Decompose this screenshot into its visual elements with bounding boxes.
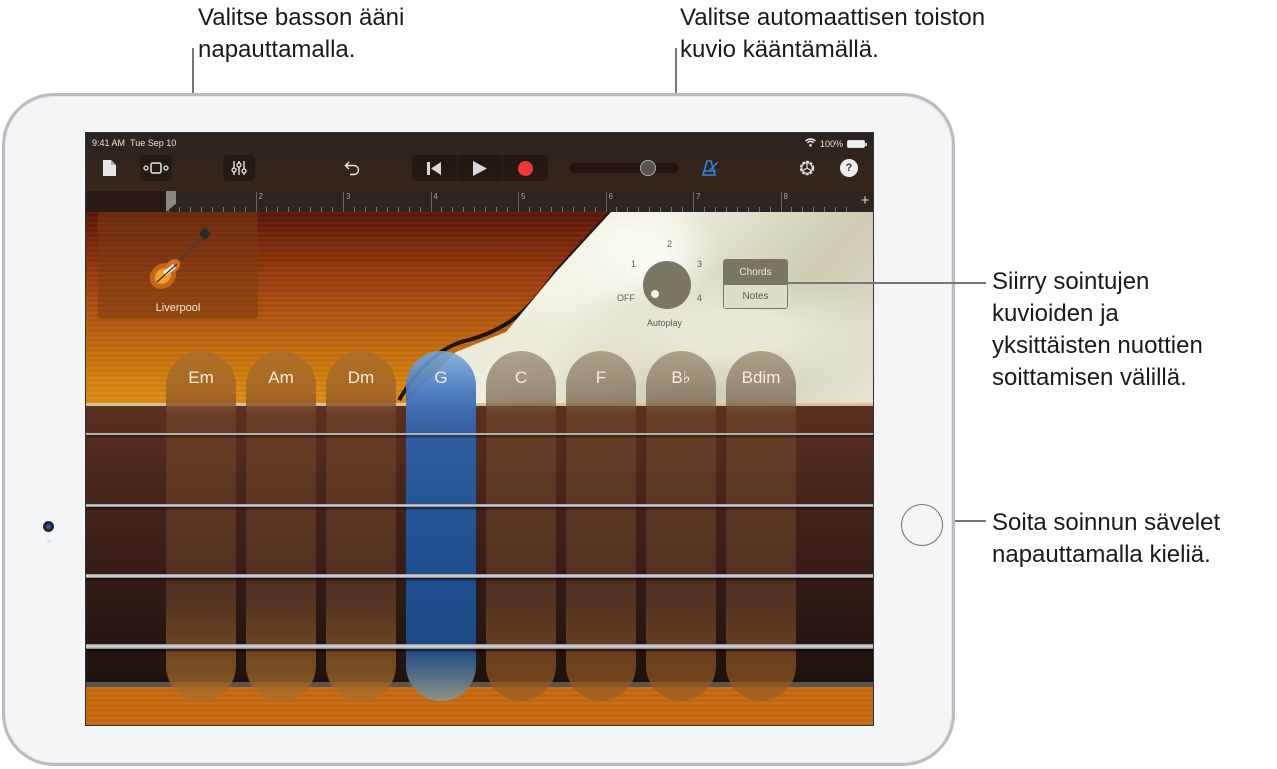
ruler-bar-number: 5 (518, 192, 525, 212)
bass-string-4[interactable] (86, 644, 873, 649)
mixer-button[interactable] (223, 155, 255, 181)
chords-mode-button[interactable]: Chords (724, 260, 787, 284)
chord-label: Am (268, 368, 294, 387)
undo-button[interactable] (340, 155, 364, 181)
callout-strings-line-2: napauttamalla kieliä. (992, 541, 1211, 568)
help-button[interactable]: ? (837, 155, 861, 181)
chord-label: Em (188, 368, 214, 387)
callout-instrument: Valitse basson ääni napauttamalla. (198, 2, 404, 66)
go-to-beginning-button[interactable] (412, 155, 458, 181)
autoplay-position-4[interactable]: 4 (697, 293, 702, 303)
tracks-view-icon (143, 162, 169, 174)
garageband-screen: 9:41 AM Tue Sep 10 100% ? 8 7 6 5 4 3 2 … (85, 132, 874, 726)
bass-string-2[interactable] (86, 504, 873, 507)
ruler-bar-number: 8 (780, 192, 788, 212)
skip-back-icon (427, 161, 442, 175)
callout-strings: Soita soinnun sävelet napauttamalla kiel… (992, 507, 1220, 571)
bass-string-1[interactable] (86, 433, 873, 435)
ruler-bar-number: 3 (343, 192, 350, 212)
autoplay-control: 2 1 3 OFF 4 Autoplay (611, 239, 731, 334)
callout-strings-line-1: Soita soinnun sävelet (992, 509, 1221, 536)
autoplay-label: Autoplay (647, 318, 683, 328)
battery-icon (847, 139, 867, 148)
callout-chords-notes: Siirry sointujen kuvioiden ja yksittäist… (992, 266, 1203, 394)
callout-chords-notes-line-2: kuvioiden ja (992, 300, 1119, 327)
play-button[interactable] (458, 155, 504, 181)
bass-guitar-icon (149, 228, 211, 289)
record-button[interactable] (503, 155, 548, 181)
settings-button[interactable] (795, 155, 819, 181)
settings-gear-icon (799, 160, 815, 176)
home-button[interactable] (901, 504, 943, 546)
document-icon (102, 160, 116, 176)
instrument-selector-button[interactable]: Liverpool (98, 212, 258, 319)
volume-slider-thumb[interactable] (640, 160, 657, 176)
status-time: 9:41 AM Tue Sep 10 (92, 138, 177, 148)
ruler-bar-number: 4 (430, 192, 438, 212)
chord-label: C (514, 368, 528, 387)
ruler[interactable]: 87654321 + (166, 191, 873, 212)
chord-label: B♭ (671, 368, 691, 387)
status-date: Tue Sep 10 (130, 138, 177, 148)
callout-autoplay-line-1: Valitse automaattisen toiston (680, 4, 986, 31)
instrument-name: Liverpool (155, 302, 201, 314)
callout-autoplay-line-2: kuvio kääntämällä. (680, 36, 879, 63)
ambient-sensor (47, 539, 51, 543)
ruler-bar-number: 7 (693, 192, 700, 212)
status-bar: 9:41 AM Tue Sep 10 100% (86, 133, 873, 153)
callout-chords-notes-leader (786, 282, 986, 284)
ruler-bar-number: 2 (255, 192, 263, 212)
autoplay-knob[interactable] (643, 261, 691, 309)
record-icon (518, 160, 534, 176)
callout-chords-notes-line-1: Siirry sointujen (992, 268, 1150, 295)
battery-percent: 100% (819, 138, 843, 149)
control-bar: 9:41 AM Tue Sep 10 100% ? (86, 133, 873, 191)
autoplay-knob-indicator (651, 290, 659, 298)
metronome-button[interactable] (698, 155, 722, 181)
play-icon (473, 160, 487, 176)
undo-arrow-icon (344, 161, 360, 176)
front-camera (43, 521, 54, 532)
master-volume-slider[interactable] (569, 160, 679, 176)
callout-chords-notes-line-4: soittamisen välillä. (992, 364, 1187, 391)
autoplay-position-3[interactable]: 3 (697, 259, 702, 269)
autoplay-position-off[interactable]: OFF (617, 293, 635, 303)
metronome-icon (701, 160, 719, 176)
help-icon: ? (840, 159, 858, 177)
callout-chords-notes-line-3: yksittäisten nuottien (992, 332, 1203, 359)
autoplay-position-1[interactable]: 1 (631, 259, 636, 269)
notes-mode-button[interactable]: Notes (724, 284, 787, 308)
add-section-button[interactable]: + (855, 191, 873, 212)
ruler-bar-number: 6 (605, 192, 613, 212)
tracks-view-button[interactable] (140, 155, 172, 181)
chords-notes-switch: Chords Notes (723, 259, 788, 309)
transport-controls (412, 155, 548, 181)
callout-autoplay: Valitse automaattisen toiston kuvio kään… (680, 2, 985, 66)
callout-instrument-line-1: Valitse basson ääni (198, 4, 405, 31)
my-songs-button[interactable] (98, 155, 120, 181)
wifi-icon (805, 138, 816, 149)
status-indicators: 100% (805, 138, 867, 149)
bass-string-3[interactable] (86, 574, 873, 578)
chord-label: G (434, 368, 448, 387)
mixer-sliders-icon (231, 161, 247, 175)
chord-label: Bdim (741, 368, 781, 387)
chord-label: Dm (347, 368, 375, 387)
chord-label: F (595, 368, 607, 387)
callout-instrument-line-2: napauttamalla. (198, 36, 356, 63)
autoplay-position-2[interactable]: 2 (667, 239, 672, 249)
